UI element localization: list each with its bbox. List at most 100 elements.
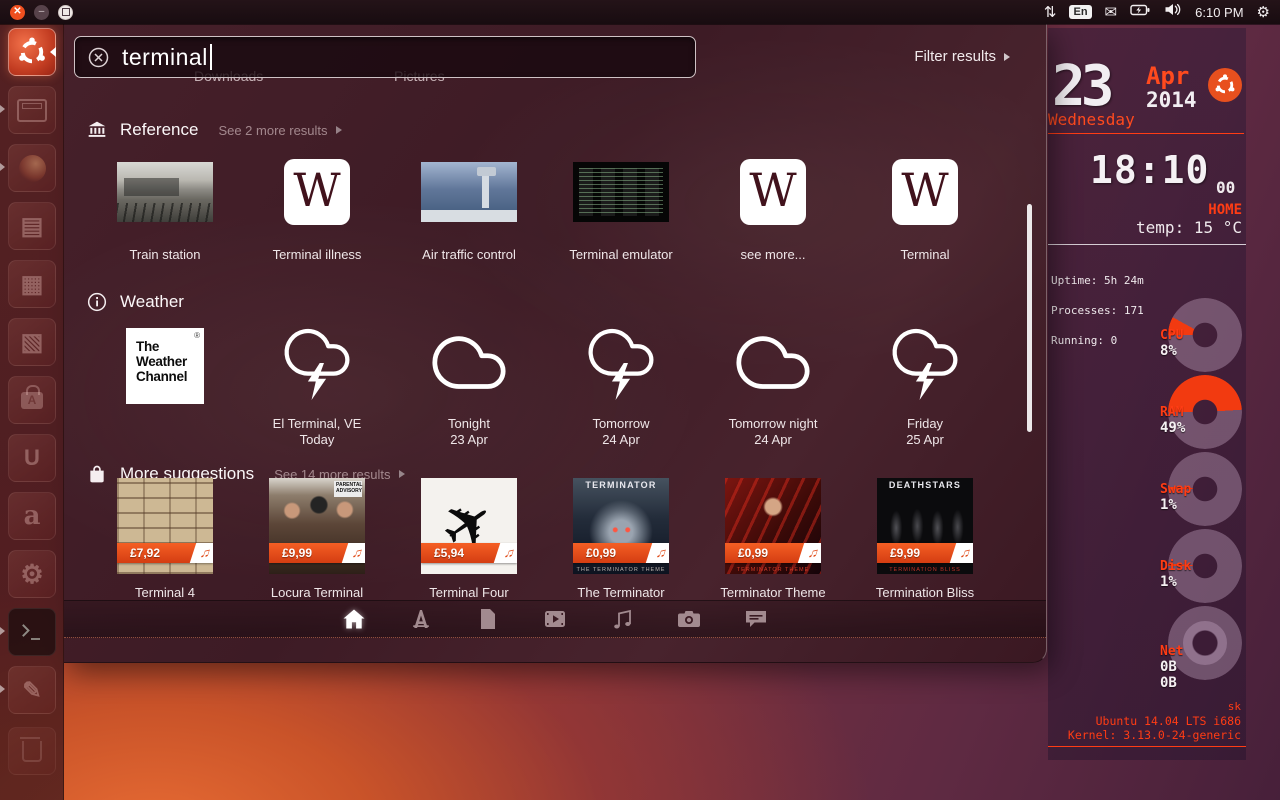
lens-files[interactable] [473,606,503,632]
lens-home[interactable] [339,606,369,632]
maximize-button[interactable] [58,5,73,20]
music-note-icon: ♫ [342,543,365,563]
applications-icon [409,608,433,630]
result-weather-tonight[interactable]: Tonight23 Apr [393,318,545,448]
result-locura-terminal[interactable]: PARENTAL ADVISORY £9,99♫ Locura Terminal [241,476,393,601]
launcher-item-ubuntu-one[interactable]: U [8,434,56,482]
result-terminal-four[interactable]: ✈ £5,94♫ Terminal Four [393,476,545,601]
conky-seconds: 00 [1216,178,1235,197]
speech-bubble-icon [744,609,768,629]
album-cover: TERMINATOR THE TERMINATOR THEME £0,99♫ [573,478,669,574]
launcher-item-software-center[interactable] [8,376,56,424]
keyboard-layout-indicator[interactable]: En [1069,5,1091,19]
launcher-item-libreoffice-impress[interactable]: ▧ [8,318,56,366]
wikipedia-icon: W [892,159,958,225]
result-terminator-theme[interactable]: TERMINATOR THEME £0,99♫ Terminator Theme [697,476,849,601]
firefox-icon [19,155,46,182]
storm-cloud-icon [882,325,968,407]
result-see-more[interactable]: W see more... [697,146,849,263]
control-tower-thumbnail [421,162,517,222]
music-note-icon [611,608,633,630]
album-cover: DEATHSTARS TERMINATION BLISS £9,99♫ [877,478,973,574]
see-more-results-link[interactable]: See 2 more results [218,123,341,138]
cloud-icon [730,325,816,407]
launcher-item-dash-home[interactable] [8,28,56,76]
running-app-pip [0,105,5,113]
launcher-item-text-editor[interactable]: ✎ [8,666,56,714]
launcher-item-firefox[interactable] [8,144,56,192]
lens-videos[interactable] [540,606,570,632]
expander-arrow-icon [1004,53,1010,61]
battery-indicator-icon[interactable] [1130,2,1151,23]
result-terminal-4[interactable]: £7,92♫ Terminal 4 [89,476,241,601]
storm-cloud-icon [578,325,664,407]
reference-category-icon [86,120,108,140]
divider [1048,244,1246,245]
network-indicator-icon[interactable]: ⇅ [1044,5,1057,20]
result-weather-channel[interactable]: The Weather Channel ® [89,318,241,448]
result-the-terminator[interactable]: TERMINATOR THE TERMINATOR THEME £0,99♫ T… [545,476,697,601]
ubuntu-one-icon: U [24,445,40,471]
launcher-item-libreoffice-writer[interactable]: ▤ [8,202,56,250]
category-reference-header: Reference See 2 more results [86,120,342,140]
result-terminal-illness[interactable]: W Terminal illness [241,146,393,263]
category-title: Reference [120,120,198,140]
dash-scrollbar[interactable] [1027,204,1032,432]
conky-location: HOME [1208,202,1242,218]
album-cover: £7,92♫ [117,478,213,574]
conky-widget: 23 Apr 2014 Wednesday 18:10 00 HOME temp… [1048,28,1246,760]
train-photo-thumbnail [117,162,213,222]
music-note-icon: ♫ [494,543,517,563]
lens-bar [64,600,1046,638]
home-icon [342,608,366,630]
weather-results-row: The Weather Channel ® El Terminal, VETod… [89,318,1001,448]
result-termination-bliss[interactable]: DEATHSTARS TERMINATION BLISS £9,99♫ Term… [849,476,1001,601]
result-weather-tomorrow[interactable]: Tomorrow24 Apr [545,318,697,448]
launcher-item-amazon[interactable]: a [8,492,56,540]
conky-weekday: Wednesday [1048,110,1244,134]
minimize-button[interactable]: – [34,5,49,20]
conky-gauge-disk: Disk1% [1048,529,1246,607]
conky-gauge-swap: Swap1% [1048,452,1246,530]
launcher-item-system-settings[interactable]: ⚙ [8,550,56,598]
close-button[interactable]: ✕ [10,5,25,20]
sound-indicator-icon[interactable] [1164,2,1182,22]
launcher-item-terminal[interactable] [8,608,56,656]
trash-icon [22,741,42,762]
result-terminal-emulator[interactable]: Terminal emulator [545,146,697,263]
music-note-icon: ♫ [646,543,669,563]
filter-results-toggle[interactable]: Filter results [914,48,1010,65]
price-ribbon: £7,92♫ [117,543,213,563]
weather-channel-logo: The Weather Channel ® [126,328,204,404]
launcher-item-files[interactable] [8,86,56,134]
writer-icon: ▤ [21,212,44,241]
conky-kernel: Kernel: 3.13.0-24-generic [1068,728,1241,742]
launcher-item-trash[interactable] [8,727,56,775]
running-app-pip [0,685,5,693]
system-tray: ⇅ En ✉ 6:10 PM ⚙ [1044,2,1270,23]
window-controls: ✕ – [10,5,73,20]
suggestions-results-row: £7,92♫ Terminal 4 PARENTAL ADVISORY £9,9… [89,476,1001,601]
lens-photos[interactable] [674,606,704,632]
launcher-item-libreoffice-calc[interactable]: ▦ [8,260,56,308]
result-air-traffic-control[interactable]: Air traffic control [393,146,545,263]
conky-temperature: temp: 15 °C [1136,218,1242,237]
lens-applications[interactable] [406,606,436,632]
session-menu-icon[interactable]: ⚙ [1257,5,1270,20]
result-terminal[interactable]: W Terminal [849,146,1001,263]
cloud-icon [426,325,512,407]
running-app-pip [0,163,5,171]
video-icon [543,609,567,629]
clear-search-icon[interactable] [88,47,109,68]
music-note-icon: ♫ [190,543,213,563]
result-weather-today[interactable]: El Terminal, VEToday [241,318,393,448]
clock-indicator[interactable]: 6:10 PM [1195,5,1243,20]
lens-social[interactable] [741,606,771,632]
messaging-menu-icon[interactable]: ✉ [1105,5,1118,20]
terminal-icon [17,621,47,643]
lens-music[interactable] [607,606,637,632]
result-weather-tomorrow-night[interactable]: Tomorrow night24 Apr [697,318,849,448]
search-input[interactable]: terminal [74,36,696,78]
result-train-station[interactable]: Train station [89,146,241,263]
result-weather-friday[interactable]: Friday25 Apr [849,318,1001,448]
